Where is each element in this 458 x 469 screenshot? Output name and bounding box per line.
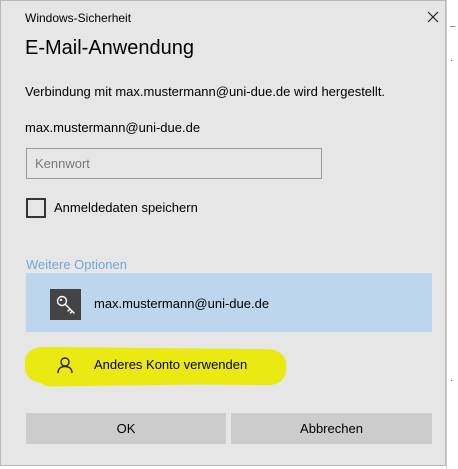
dialog-heading: E-Mail-Anwendung — [25, 37, 194, 59]
close-button[interactable] — [422, 6, 444, 28]
background-window-glyph: · — [450, 55, 454, 66]
background-window-glyph: – — [450, 21, 456, 32]
window-title: Windows-Sicherheit — [25, 11, 132, 25]
cancel-button[interactable]: Abbrechen — [231, 413, 432, 444]
account-option-current[interactable]: max.mustermann@uni-due.de — [26, 273, 432, 332]
use-other-account-label: Anderes Konto verwenden — [94, 357, 248, 372]
password-field[interactable] — [26, 148, 322, 179]
person-icon — [57, 357, 73, 374]
background-window-glyph: · — [450, 375, 454, 386]
key-icon — [50, 289, 81, 320]
remember-credentials-label: Anmeldedaten speichern — [54, 200, 198, 215]
remember-credentials-checkbox[interactable] — [26, 198, 46, 218]
background-window-edge: – · · — [446, 0, 458, 469]
close-icon — [427, 11, 439, 23]
more-options-link[interactable]: Weitere Optionen — [26, 257, 127, 272]
use-other-account-option[interactable]: Anderes Konto verwenden — [26, 345, 432, 385]
connection-message: Verbindung mit max.mustermann@uni-due.de… — [25, 84, 386, 99]
account-name: max.mustermann@uni-due.de — [25, 120, 201, 135]
ok-button[interactable]: OK — [26, 413, 226, 444]
account-option-label: max.mustermann@uni-due.de — [94, 296, 270, 311]
security-dialog: Windows-Sicherheit E-Mail-Anwendung Verb… — [0, 0, 446, 466]
